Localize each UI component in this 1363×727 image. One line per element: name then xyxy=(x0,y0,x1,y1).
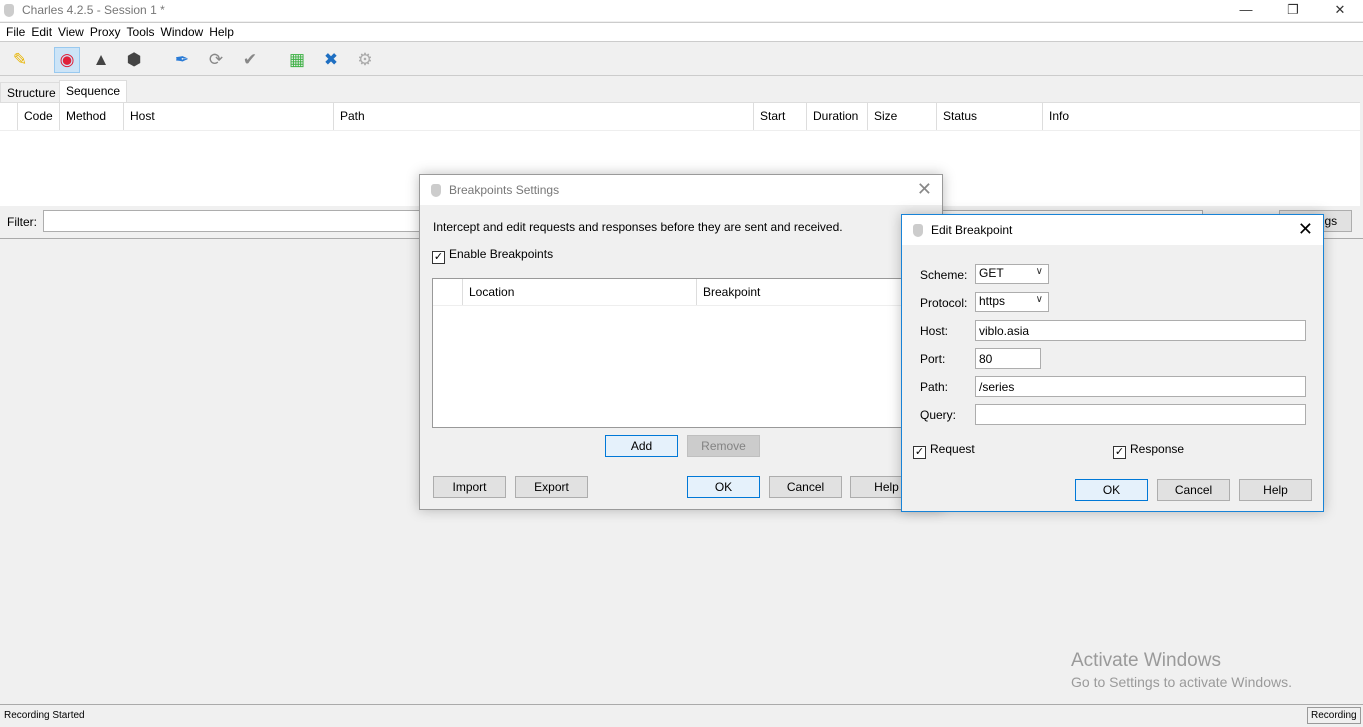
pen-icon[interactable]: ✒ xyxy=(169,47,195,73)
toolbar: ✎ ◉ ▲ ⬢ ✒ ⟳ ✔ ▦ ✖ ⚙ xyxy=(0,43,1363,76)
breakpoints-settings-dialog: Breakpoints Settings ✕ Intercept and edi… xyxy=(419,174,943,510)
close-button[interactable]: ✕ xyxy=(1317,0,1363,21)
host-label: Host: xyxy=(920,324,949,338)
title-bar: Charles 4.2.5 - Session 1 * — ❐ ✕ xyxy=(0,0,1363,21)
col-path[interactable]: Path xyxy=(333,103,753,130)
menu-view[interactable]: View xyxy=(55,23,87,41)
path-input[interactable]: /series xyxy=(975,376,1306,397)
add-button[interactable]: Add xyxy=(605,435,678,457)
chevron-down-icon: ∨ xyxy=(1035,294,1043,305)
import-button[interactable]: Import xyxy=(433,476,506,498)
port-label: Port: xyxy=(920,352,946,366)
dialog-title: Breakpoints Settings xyxy=(449,183,560,197)
tab-structure[interactable]: Structure xyxy=(0,82,63,103)
gear-icon[interactable]: ⚙ xyxy=(352,47,378,73)
window-title: Charles 4.2.5 - Session 1 * xyxy=(22,3,165,17)
checkbox-icon: ✓ xyxy=(432,251,445,264)
protocol-label: Protocol: xyxy=(920,296,968,310)
enable-breakpoints-label: Enable Breakpoints xyxy=(449,247,554,261)
turtle-icon[interactable]: ▲ xyxy=(88,47,114,73)
charles-logo-icon xyxy=(913,224,923,237)
check-icon[interactable]: ✔ xyxy=(237,47,263,73)
status-bar: Recording Started Recording xyxy=(0,704,1363,727)
filter-label: Filter: xyxy=(7,215,37,229)
query-label: Query: xyxy=(920,408,957,422)
response-checkbox[interactable]: ✓ Response xyxy=(1113,442,1184,459)
charles-logo-icon xyxy=(431,184,441,197)
protocol-select[interactable]: https ∨ xyxy=(975,292,1049,312)
enable-breakpoints-checkbox[interactable]: ✓ Enable Breakpoints xyxy=(432,247,553,264)
menu-proxy[interactable]: Proxy xyxy=(87,23,124,41)
close-icon[interactable]: ✕ xyxy=(1298,219,1313,240)
menu-window[interactable]: Window xyxy=(158,23,207,41)
col-breakpoint[interactable]: Breakpoint xyxy=(696,279,932,305)
record-icon[interactable]: ◉ xyxy=(54,47,80,73)
cancel-button[interactable]: Cancel xyxy=(1157,479,1230,501)
col-size[interactable]: Size xyxy=(867,103,936,130)
col-status[interactable]: Status xyxy=(936,103,1042,130)
remove-button[interactable]: Remove xyxy=(687,435,760,457)
dialog-title: Edit Breakpoint xyxy=(931,223,1013,237)
watermark-title: Activate Windows xyxy=(1071,650,1221,671)
path-label: Path: xyxy=(920,380,949,394)
checkbox-icon: ✓ xyxy=(913,446,926,459)
cancel-button[interactable]: Cancel xyxy=(769,476,842,498)
col-start[interactable]: Start xyxy=(753,103,806,130)
broom-icon[interactable]: ✎ xyxy=(7,47,33,73)
menu-help[interactable]: Help xyxy=(206,23,237,41)
ok-button[interactable]: OK xyxy=(687,476,760,498)
scheme-label: Scheme: xyxy=(920,268,968,282)
breakpoints-table: Location Breakpoint xyxy=(432,278,932,428)
watermark-subtitle: Go to Settings to activate Windows. xyxy=(1071,674,1292,690)
export-button[interactable]: Export xyxy=(515,476,588,498)
col-method[interactable]: Method xyxy=(59,103,123,130)
restore-button[interactable]: ❐ xyxy=(1270,0,1316,21)
refresh-icon[interactable]: ⟳ xyxy=(203,47,229,73)
activation-watermark: Activate Windows Go to Settings to activ… xyxy=(1071,650,1292,690)
tools-icon[interactable]: ✖ xyxy=(318,47,344,73)
response-label: Response xyxy=(1130,442,1185,456)
chevron-down-icon: ∨ xyxy=(1035,266,1043,277)
stop-icon[interactable]: ⬢ xyxy=(121,47,147,73)
menu-tools[interactable]: Tools xyxy=(124,23,158,41)
recording-indicator[interactable]: Recording xyxy=(1307,707,1361,724)
menu-file[interactable]: File xyxy=(3,23,28,41)
status-text: Recording Started xyxy=(4,710,85,721)
scheme-value: GET xyxy=(979,266,1004,280)
basket-icon[interactable]: ▦ xyxy=(284,47,310,73)
request-label: Request xyxy=(930,442,975,456)
help-button[interactable]: Help xyxy=(1239,479,1312,501)
menu-bar: File Edit View Proxy Tools Window Help xyxy=(0,22,1363,42)
col-code[interactable]: Code xyxy=(17,103,59,130)
request-checkbox[interactable]: ✓ Request xyxy=(913,442,975,459)
tab-sequence[interactable]: Sequence xyxy=(59,80,128,103)
dialog-header: Edit Breakpoint ✕ xyxy=(902,215,1323,245)
menu-edit[interactable]: Edit xyxy=(28,23,55,41)
edit-breakpoint-dialog: Edit Breakpoint ✕ Scheme: GET ∨ Protocol:… xyxy=(901,214,1324,512)
query-input[interactable] xyxy=(975,404,1306,425)
checkbox-icon: ✓ xyxy=(1113,446,1126,459)
charles-logo-icon xyxy=(4,4,14,17)
scheme-select[interactable]: GET ∨ xyxy=(975,264,1049,284)
col-location[interactable]: Location xyxy=(462,279,696,305)
col-host[interactable]: Host xyxy=(123,103,333,130)
col-info[interactable]: Info xyxy=(1042,103,1360,130)
minimize-button[interactable]: — xyxy=(1223,0,1269,21)
description: Intercept and edit requests and response… xyxy=(433,220,843,234)
col-duration[interactable]: Duration xyxy=(806,103,867,130)
close-icon[interactable]: ✕ xyxy=(917,179,932,200)
host-input[interactable]: viblo.asia xyxy=(975,320,1306,341)
ok-button[interactable]: OK xyxy=(1075,479,1148,501)
protocol-value: https xyxy=(979,294,1006,308)
port-input[interactable]: 80 xyxy=(975,348,1041,369)
dialog-header: Breakpoints Settings ✕ xyxy=(420,175,942,205)
